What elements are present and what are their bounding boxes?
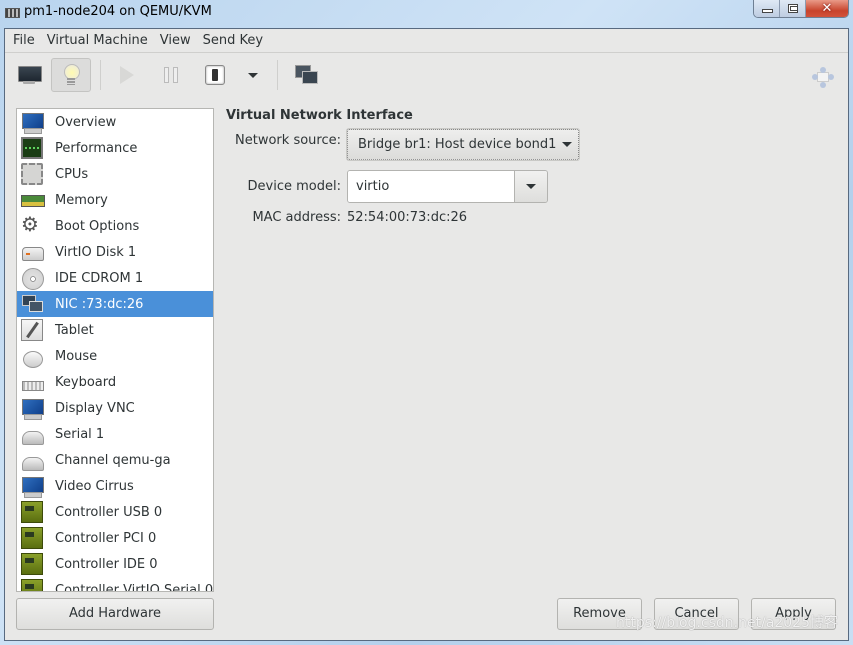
lightbulb-icon (64, 64, 80, 86)
maximize-button[interactable] (780, 0, 806, 17)
close-icon: ✕ (821, 1, 833, 16)
device-model-row: Device model: virtio (226, 170, 548, 203)
window-title: pm1-node204 on QEMU/KVM (24, 4, 212, 19)
mac-address-row: MAC address: 52:54:00:73:dc:26 (226, 210, 467, 225)
tablet-icon (21, 319, 43, 341)
menu-file[interactable]: File (7, 29, 41, 53)
device-model-combo: virtio (347, 170, 548, 203)
snapshots-button[interactable] (286, 58, 326, 92)
chevron-down-icon (248, 72, 258, 78)
hardware-item-virtio-disk[interactable]: VirtIO Disk 1 (17, 239, 213, 265)
hardware-list: Overview Performance CPUs Memory Boot Op… (16, 108, 214, 592)
hardware-item-serial[interactable]: Serial 1 (17, 421, 213, 447)
monitor-icon (21, 111, 44, 134)
monitor-icon (21, 397, 44, 420)
network-source-label: Network source: (235, 133, 341, 148)
minimize-icon (762, 9, 773, 13)
cdrom-icon (21, 267, 44, 290)
device-model-label: Device model: (247, 179, 341, 194)
monitor-icon (18, 66, 42, 84)
toolbar-separator (100, 60, 101, 90)
hardware-item-controller-pci[interactable]: Controller PCI 0 (17, 525, 213, 551)
shutdown-button[interactable] (195, 58, 235, 92)
run-button[interactable] (107, 58, 147, 92)
serial-port-icon (21, 423, 44, 445)
mouse-icon (21, 345, 43, 368)
pause-button[interactable] (151, 58, 191, 92)
device-model-dropdown-button[interactable] (514, 171, 547, 202)
details-button[interactable] (51, 58, 91, 92)
menubar: File Virtual Machine View Send Key (5, 29, 848, 53)
hardware-item-channel[interactable]: Channel qemu-ga (17, 447, 213, 473)
hardware-item-tablet[interactable]: Tablet (17, 317, 213, 343)
chevron-down-icon (562, 142, 573, 147)
menu-virtual-machine[interactable]: Virtual Machine (41, 29, 154, 53)
hardware-item-ide-cdrom[interactable]: IDE CDROM 1 (17, 265, 213, 291)
network-icon (21, 293, 43, 315)
mac-address-value: 52:54:00:73:dc:26 (347, 210, 468, 225)
network-source-dropdown[interactable]: Bridge br1: Host device bond1 (347, 129, 579, 160)
cpu-icon (21, 163, 43, 185)
hardware-item-mouse[interactable]: Mouse (17, 343, 213, 369)
hardware-item-memory[interactable]: Memory (17, 187, 213, 213)
app-icon (5, 8, 20, 18)
controller-card-icon (21, 579, 43, 591)
hardware-item-performance[interactable]: Performance (17, 135, 213, 161)
hardware-item-controller-usb[interactable]: Controller USB 0 (17, 499, 213, 525)
hardware-item-controller-ide[interactable]: Controller IDE 0 (17, 551, 213, 577)
keyboard-icon (21, 371, 44, 393)
console-button[interactable] (9, 58, 49, 92)
pause-icon (164, 67, 178, 83)
toolbar (5, 53, 848, 99)
title-bar: pm1-node204 on QEMU/KVM ✕ (0, 0, 853, 28)
watermark: https://blog.csdn.net/a2025博客 (616, 615, 838, 631)
monitor-icon (21, 475, 44, 498)
shutdown-menu-button[interactable] (233, 58, 273, 92)
vm-window: File Virtual Machine View Send Key Overv… (4, 28, 849, 641)
hardware-item-controller-virtio-serial[interactable]: Controller VirtIO Serial 0 (17, 577, 213, 591)
serial-port-icon (21, 449, 44, 471)
toolbar-separator (277, 60, 278, 90)
power-switch-icon (205, 65, 225, 85)
add-hardware-button[interactable]: Add Hardware (16, 598, 214, 630)
device-model-input[interactable]: virtio (348, 171, 514, 202)
minimize-button[interactable] (754, 0, 780, 17)
memory-icon (21, 189, 45, 211)
hardware-item-overview[interactable]: Overview (17, 109, 213, 135)
controller-card-icon (21, 527, 43, 549)
maximize-icon (788, 4, 798, 13)
hardware-item-display-vnc[interactable]: Display VNC (17, 395, 213, 421)
gears-icon (21, 212, 43, 237)
performance-graph-icon (21, 137, 43, 159)
disk-icon (21, 241, 44, 263)
chevron-down-icon (526, 184, 536, 189)
close-button[interactable]: ✕ (806, 0, 848, 17)
network-source-value: Bridge br1: Host device bond1 (358, 137, 557, 152)
hardware-item-cpus[interactable]: CPUs (17, 161, 213, 187)
fullscreen-button[interactable] (812, 67, 834, 88)
screens-icon (295, 65, 318, 85)
hardware-item-keyboard[interactable]: Keyboard (17, 369, 213, 395)
details-panel: Virtual Network Interface Network source… (226, 108, 579, 225)
menu-view[interactable]: View (154, 29, 197, 53)
window-controls: ✕ (753, 0, 849, 18)
hardware-item-nic[interactable]: NIC :73:dc:26 (17, 291, 213, 317)
section-title: Virtual Network Interface (226, 108, 413, 123)
menu-send-key[interactable]: Send Key (197, 29, 269, 53)
controller-card-icon (21, 553, 43, 575)
mac-address-label: MAC address: (252, 210, 341, 225)
hardware-item-boot-options[interactable]: Boot Options (17, 212, 213, 239)
hardware-item-video[interactable]: Video Cirrus (17, 473, 213, 499)
play-icon (120, 66, 134, 84)
network-source-row: Network source: Bridge br1: Host device … (226, 129, 579, 160)
controller-card-icon (21, 501, 43, 523)
